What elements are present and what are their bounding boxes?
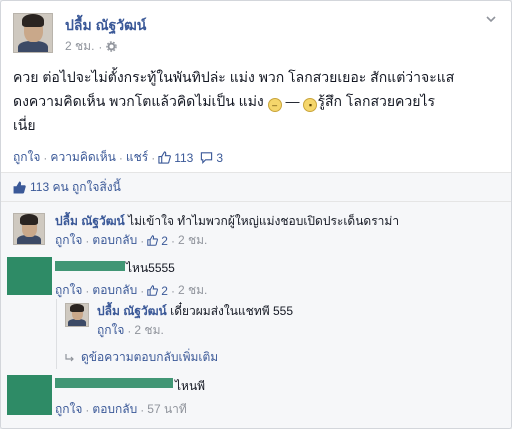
reply-meta: ถูกใจ · 2 ชม. <box>97 321 164 340</box>
comment-bubble-icon[interactable] <box>200 151 213 164</box>
replier-avatar[interactable] <box>65 303 89 327</box>
comment-like-button[interactable]: ถูกใจ <box>55 400 82 419</box>
reply-text-line: ปลื้ม ณัฐวัฒน์ เดี๋ยวผมส่งในแชทพี 555 <box>97 303 293 319</box>
comment-count[interactable]: 3 <box>216 151 223 165</box>
reply-like-button[interactable]: ถูกใจ <box>97 321 124 340</box>
like-button[interactable]: ถูกใจ <box>13 148 40 167</box>
comment-timestamp[interactable]: 2 ชม. <box>178 281 207 300</box>
comment-like-count[interactable]: 2 <box>161 234 168 248</box>
comment-like-button[interactable]: ถูกใจ <box>55 231 82 250</box>
comment-like-count[interactable]: 2 <box>161 284 168 298</box>
comment-text: ไหนพี <box>175 379 206 393</box>
thumbs-up-icon[interactable] <box>158 151 172 164</box>
reply-item: ปลื้ม ณัฐวัฒน์ เดี๋ยวผมส่งในแชทพี 555 ถู… <box>65 303 495 343</box>
post-text: ควย ต่อไปจะไม่ตั้งกระทู้ในพันทิปล่ะ แม่ง… <box>13 65 501 137</box>
comment-text-line: ไหนพี <box>175 378 205 394</box>
comment-text-line: ไหน5555 <box>126 260 175 276</box>
like-count[interactable]: 113 <box>174 151 193 165</box>
comment-meta: ถูกใจ · ตอบกลับ · 2 · 2 ชม. <box>55 281 207 300</box>
comment-text-line: ปลื้ม ณัฐวัฒน์ ไม่เข้าใจ ทำไมพวกผู้ใหญ่แ… <box>55 213 399 229</box>
comment-reply-button[interactable]: ตอบกลับ <box>92 231 137 250</box>
comment-meta: ถูกใจ · ตอบกลับ · 57 นาที <box>55 400 187 419</box>
comment-reply-button[interactable]: ตอบกลับ <box>92 281 137 300</box>
thumbs-up-icon[interactable] <box>147 235 159 246</box>
post-text-line-1: ควย ต่อไปจะไม่ตั้งกระทู้ในพันทิปล่ะ แม่ง… <box>13 69 455 85</box>
thumbs-up-icon[interactable] <box>147 285 159 296</box>
likes-summary[interactable]: 113 คน ถูกใจสิ่งนี้ <box>30 178 121 197</box>
comment-timestamp[interactable]: 57 นาที <box>147 400 187 419</box>
post-action-bar: ถูกใจ · ความคิดเห็น · แชร์ · 113 3 <box>13 148 223 167</box>
share-button[interactable]: แชร์ <box>126 148 148 167</box>
comment-meta: ถูกใจ · ตอบกลับ · 2 · 2 ชม. <box>55 231 207 250</box>
post-timestamp[interactable]: 2 ชม. <box>65 37 94 56</box>
grin-emoji-icon: ▪ <box>303 98 318 112</box>
author-avatar[interactable] <box>13 13 53 53</box>
comment-item: ไหน5555 ถูกใจ · ตอบกลับ · 2 · 2 ชม. <box>13 260 503 300</box>
reply-arrow-icon <box>65 353 74 361</box>
thumbs-up-icon <box>13 181 26 193</box>
unamused-emoji-icon: – <box>267 98 282 112</box>
comment-timestamp[interactable]: 2 ชม. <box>178 231 207 250</box>
post-text-line-3: เนี่ย <box>13 117 36 133</box>
replier-name[interactable]: ปลื้ม ณัฐวัฒน์ <box>97 304 167 318</box>
reply-text: เดี๋ยวผมส่งในแชทพี 555 <box>170 304 293 318</box>
more-replies-link[interactable]: ดูข้อความตอบกลับเพิ่มเติม <box>65 348 218 367</box>
comment-reply-button[interactable]: ตอบกลับ <box>92 400 137 419</box>
gear-icon[interactable] <box>106 41 118 52</box>
post-text-line-2: ดงความคิดเห็น พวกโตแล้วคิดไม่เป็น แม่ง –… <box>13 93 436 112</box>
post-author-name[interactable]: ปลื้ม ณัฐวัฒน์ <box>65 15 146 37</box>
comment-text: ไหน5555 <box>126 261 175 275</box>
comment-item: ไหนพี ถูกใจ · ตอบกลับ · 57 นาที <box>13 378 503 418</box>
comment-like-button[interactable]: ถูกใจ <box>55 281 82 300</box>
comment-button[interactable]: ความคิดเห็น <box>50 148 115 167</box>
post-card: ปลื้ม ณัฐวัฒน์ 2 ชม. · ควย ต่อไปจะไม่ตั้… <box>0 0 512 429</box>
chevron-down-icon[interactable] <box>483 13 499 29</box>
post-header: ปลื้ม ณัฐวัฒน์ 2 ชม. · <box>13 13 499 55</box>
likes-summary-row: 113 คน ถูกใจสิ่งนี้ <box>1 172 511 202</box>
commenter-name[interactable]: ปลื้ม ณัฐวัฒน์ <box>55 214 125 228</box>
reply-timestamp[interactable]: 2 ชม. <box>134 321 163 340</box>
post-meta: 2 ชม. · <box>65 37 118 56</box>
comment-item: ปลื้ม ณัฐวัฒน์ ไม่เข้าใจ ทำไมพวกผู้ใหญ่แ… <box>13 213 503 253</box>
commenter-avatar[interactable] <box>13 213 45 245</box>
comment-text: ไม่เข้าใจ ทำไมพวกผู้ใหญ่แม่งชอบเปิดประเด… <box>128 214 400 228</box>
